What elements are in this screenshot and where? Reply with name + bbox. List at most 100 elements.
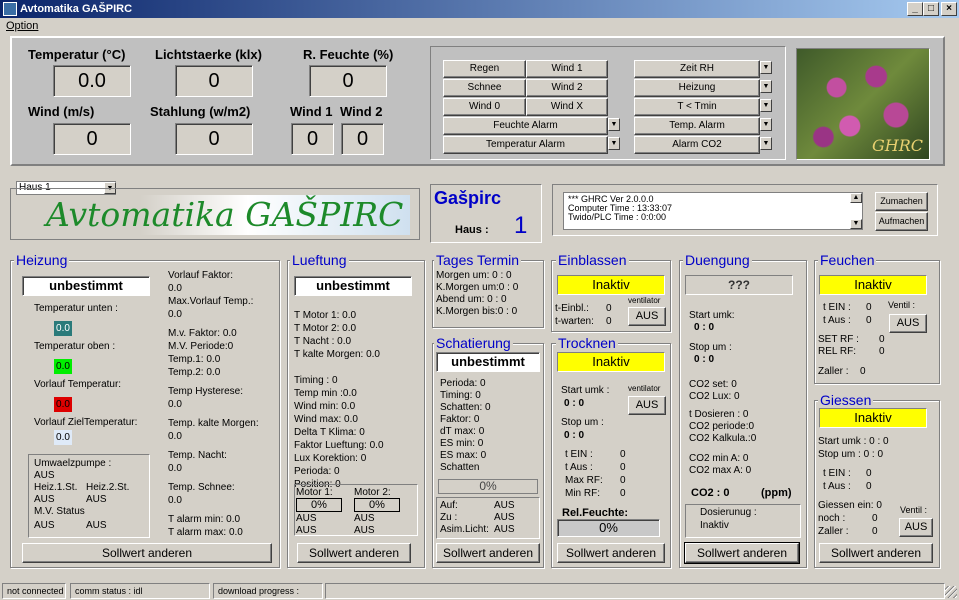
schat-row: Schatten: 0 [440,402,491,413]
chevron-down-icon[interactable]: ▼ [608,118,620,131]
chevron-down-icon[interactable]: ▼ [760,99,772,112]
ziel-value: 0.0 [54,430,72,445]
lueftung-sollwert-button[interactable]: Sollwert anderen [297,543,411,563]
trock-tein-label: t EIN : [565,449,593,460]
lueftung-row: Timing : 0 [294,375,338,386]
wind2-value: 0 [341,123,384,155]
photo-caption: GHRC [871,136,923,155]
vf-value: 0.0 [168,283,182,294]
giess-sollwert-button[interactable]: Sollwert anderen [819,543,933,563]
relf-progress: 0% [557,519,660,537]
alarm-feuchte: Feuchte Alarm [443,117,608,135]
status-connection: not connected [2,583,66,599]
menu-bar: Option [0,18,959,34]
einb-title: Einblassen [556,252,629,268]
temperature-value: 0.0 [53,65,131,97]
feuch-taus-value: 0 [866,315,872,326]
aufmachen-button[interactable]: Aufmachen [875,212,928,231]
maxrf-value: 0 [620,475,626,486]
schat-sollwert-button[interactable]: Sollwert anderen [436,543,540,563]
dueng-status: ??? [685,275,793,295]
close-button[interactable]: × [941,2,957,16]
wind1-label: Wind 1 [290,104,333,119]
chevron-down-icon[interactable]: ▼ [608,137,620,150]
chevron-down-icon[interactable]: ▼ [760,118,772,131]
wind-label: Wind (m/s) [28,104,95,119]
dosierung-label: Dosierunug : [700,507,757,518]
alarm-wind0: Wind 0 [443,98,526,116]
wind-value: 0 [53,123,131,155]
heiz2-label: Heiz.2.St. [86,482,130,493]
alarm-tempalarm: Temp. Alarm [634,117,760,135]
wind1-value: 0 [291,123,334,155]
tkm-label: Temp. kalte Morgen: [168,418,259,429]
radiation-value: 0 [175,123,253,155]
heizung-sollwert-button[interactable]: Sollwert anderen [22,543,272,563]
schat-rows: Perioda: 0 Timing: 0 Schatten: 0 Faktor:… [440,378,491,474]
feuch-tein-value: 0 [866,302,872,313]
dueng-rows: CO2 set: 0 CO2 Lux: 0 t Dosieren : 0 CO2… [689,379,756,477]
trock-sollwert-button[interactable]: Sollwert anderen [557,543,665,563]
co2-unit: (ppm) [761,487,792,499]
tamin-row: T alarm min: 0.0 [168,514,241,525]
minimize-button[interactable]: _ [907,2,923,16]
dueng-sollwert-button[interactable]: Sollwert anderen [684,542,800,564]
termin-rows: Morgen um: 0 : 0 K.Morgen um:0 : 0 Abend… [436,270,518,318]
resize-grip-icon[interactable] [945,586,957,598]
zumachen-button[interactable]: Zumachen [875,192,928,211]
vorlauf-value: 0.0 [54,397,72,412]
maximize-button[interactable]: □ [923,2,939,16]
trock-vent-label: ventilator [628,384,661,393]
alarm-schnee: Schnee [443,79,526,97]
co2-value: CO2 : 0 [691,487,730,499]
auf-value: AUS [494,500,515,511]
schat-row: Schatten [440,462,480,473]
feuch-aus-button[interactable]: AUS [889,314,927,333]
chevron-down-icon[interactable]: ▼ [760,137,772,150]
pumpe-status: AUS [34,470,55,481]
window-title: Avtomatika GAŠPIRC [20,3,133,15]
motor1-status-2: AUS [296,525,317,536]
alarm-ttmin: T < Tmin [634,98,760,116]
alarm-co2: Alarm CO2 [634,136,760,154]
feuch-status: Inaktiv [819,275,927,295]
giess-aus-button[interactable]: AUS [899,518,933,537]
trock-aus-button[interactable]: AUS [628,396,666,415]
menu-option[interactable]: Option [6,20,38,32]
schat-progress: 0% [438,479,538,494]
giess-tein-value: 0 [866,468,872,479]
giess-tein-label: t EIN : [823,468,851,479]
tamax-row: T alarm max: 0.0 [168,527,243,538]
light-value: 0 [175,65,253,97]
zu-label: Zu : [440,512,458,523]
trock-status: Inaktiv [557,352,665,372]
haus-number: 1 [514,212,528,239]
mvp-row: M.V. Periode:0 [168,341,234,352]
lueftung-row: Perioda: 0 [294,466,340,477]
humidity-label: R. Feuchte (%) [303,47,394,62]
log-list[interactable]: *** GHRC Ver 2.0.0.0 Computer Time : 13:… [563,192,863,230]
motor1-progress: 0% [296,498,342,512]
lueftung-row: T Nacht : 0.0 [294,336,352,347]
schat-row: Faktor: 0 [440,414,480,425]
heiz1-label: Heiz.1.St. [34,482,78,493]
chevron-down-icon[interactable]: ▼ [760,61,772,74]
termin-row: K.Morgen um:0 : 0 [436,282,519,293]
giess-taus-value: 0 [866,481,872,492]
alarm-heizung: Heizung [634,79,760,97]
scroll-up-icon[interactable]: ▲ [850,193,862,203]
app-icon [3,2,17,16]
trock-start-value: 0 : 0 [564,398,585,409]
radiation-label: Stahlung (w/m2) [150,104,251,119]
dueng-row: CO2 max A: 0 [689,465,752,476]
temp1-row: Temp.1: 0.0 [168,354,221,365]
orchid-photo: GHRC [796,48,930,160]
alarm-regen: Regen [443,60,526,78]
chevron-down-icon[interactable]: ▼ [760,80,772,93]
status-download: download progress : [213,583,323,599]
einb-aus-button[interactable]: AUS [628,307,666,326]
dueng-title: Duengung [683,252,752,268]
noch-label: noch : [818,513,846,524]
scroll-down-icon[interactable]: ▼ [850,219,862,229]
lueftung-row: T kalte Morgen: 0.0 [294,349,380,360]
